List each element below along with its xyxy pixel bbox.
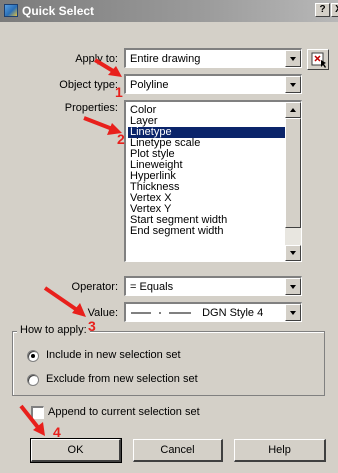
object-type-label: Object type:: [59, 79, 118, 91]
how-to-apply-group: [12, 331, 325, 396]
select-objects-button[interactable]: [307, 49, 329, 70]
scroll-down-icon[interactable]: [285, 245, 301, 261]
value-text: DGN Style 4: [202, 307, 264, 319]
include-radio[interactable]: [27, 350, 39, 362]
object-type-value: Polyline: [130, 79, 169, 91]
properties-label: Properties:: [64, 102, 118, 114]
help-button[interactable]: Help: [234, 439, 326, 462]
window-title: Quick Select: [22, 4, 95, 18]
annotation-number-3: 3: [88, 318, 96, 334]
properties-scrollbar[interactable]: [285, 102, 301, 261]
append-label[interactable]: Append to current selection set: [48, 406, 200, 418]
annotation-number-4: 4: [53, 424, 61, 440]
chevron-down-icon[interactable]: [285, 50, 301, 67]
include-label[interactable]: Include in new selection set: [46, 349, 181, 361]
title-bar: Quick Select ? X: [0, 0, 338, 22]
close-title-button[interactable]: X: [331, 3, 338, 17]
value-label: Value:: [87, 307, 118, 319]
operator-value: = Equals: [130, 281, 174, 293]
exclude-label[interactable]: Exclude from new selection set: [46, 373, 198, 385]
apply-to-select[interactable]: Entire drawing: [124, 48, 302, 68]
list-item[interactable]: End segment width: [128, 226, 286, 237]
cancel-button[interactable]: Cancel: [133, 439, 223, 462]
apply-to-value: Entire drawing: [130, 53, 201, 65]
how-to-apply-caption: How to apply:: [17, 324, 90, 336]
value-display: DGN Style 4: [131, 307, 263, 319]
scroll-thumb[interactable]: [285, 118, 301, 228]
chevron-down-icon[interactable]: [285, 278, 301, 295]
append-checkbox[interactable]: [31, 406, 44, 419]
object-type-select[interactable]: Polyline: [124, 74, 302, 94]
select-objects-icon: [311, 52, 326, 68]
quick-select-app-icon: [4, 4, 18, 17]
apply-to-label: Apply to:: [75, 53, 118, 65]
value-select[interactable]: DGN Style 4: [124, 302, 302, 322]
operator-select[interactable]: = Equals: [124, 276, 302, 296]
scroll-up-icon[interactable]: [285, 102, 301, 118]
help-title-button[interactable]: ?: [315, 3, 330, 17]
linetype-sample-icon: [131, 312, 191, 314]
properties-listbox[interactable]: Color Layer Linetype Linetype scale Plot…: [124, 100, 302, 262]
ok-button[interactable]: OK: [30, 438, 122, 463]
annotation-number-2: 2: [117, 131, 125, 147]
chevron-down-icon[interactable]: [285, 304, 301, 321]
annotation-number-1: 1: [115, 84, 123, 100]
exclude-radio[interactable]: [27, 374, 39, 386]
operator-label: Operator:: [71, 281, 118, 293]
chevron-down-icon[interactable]: [285, 76, 301, 93]
